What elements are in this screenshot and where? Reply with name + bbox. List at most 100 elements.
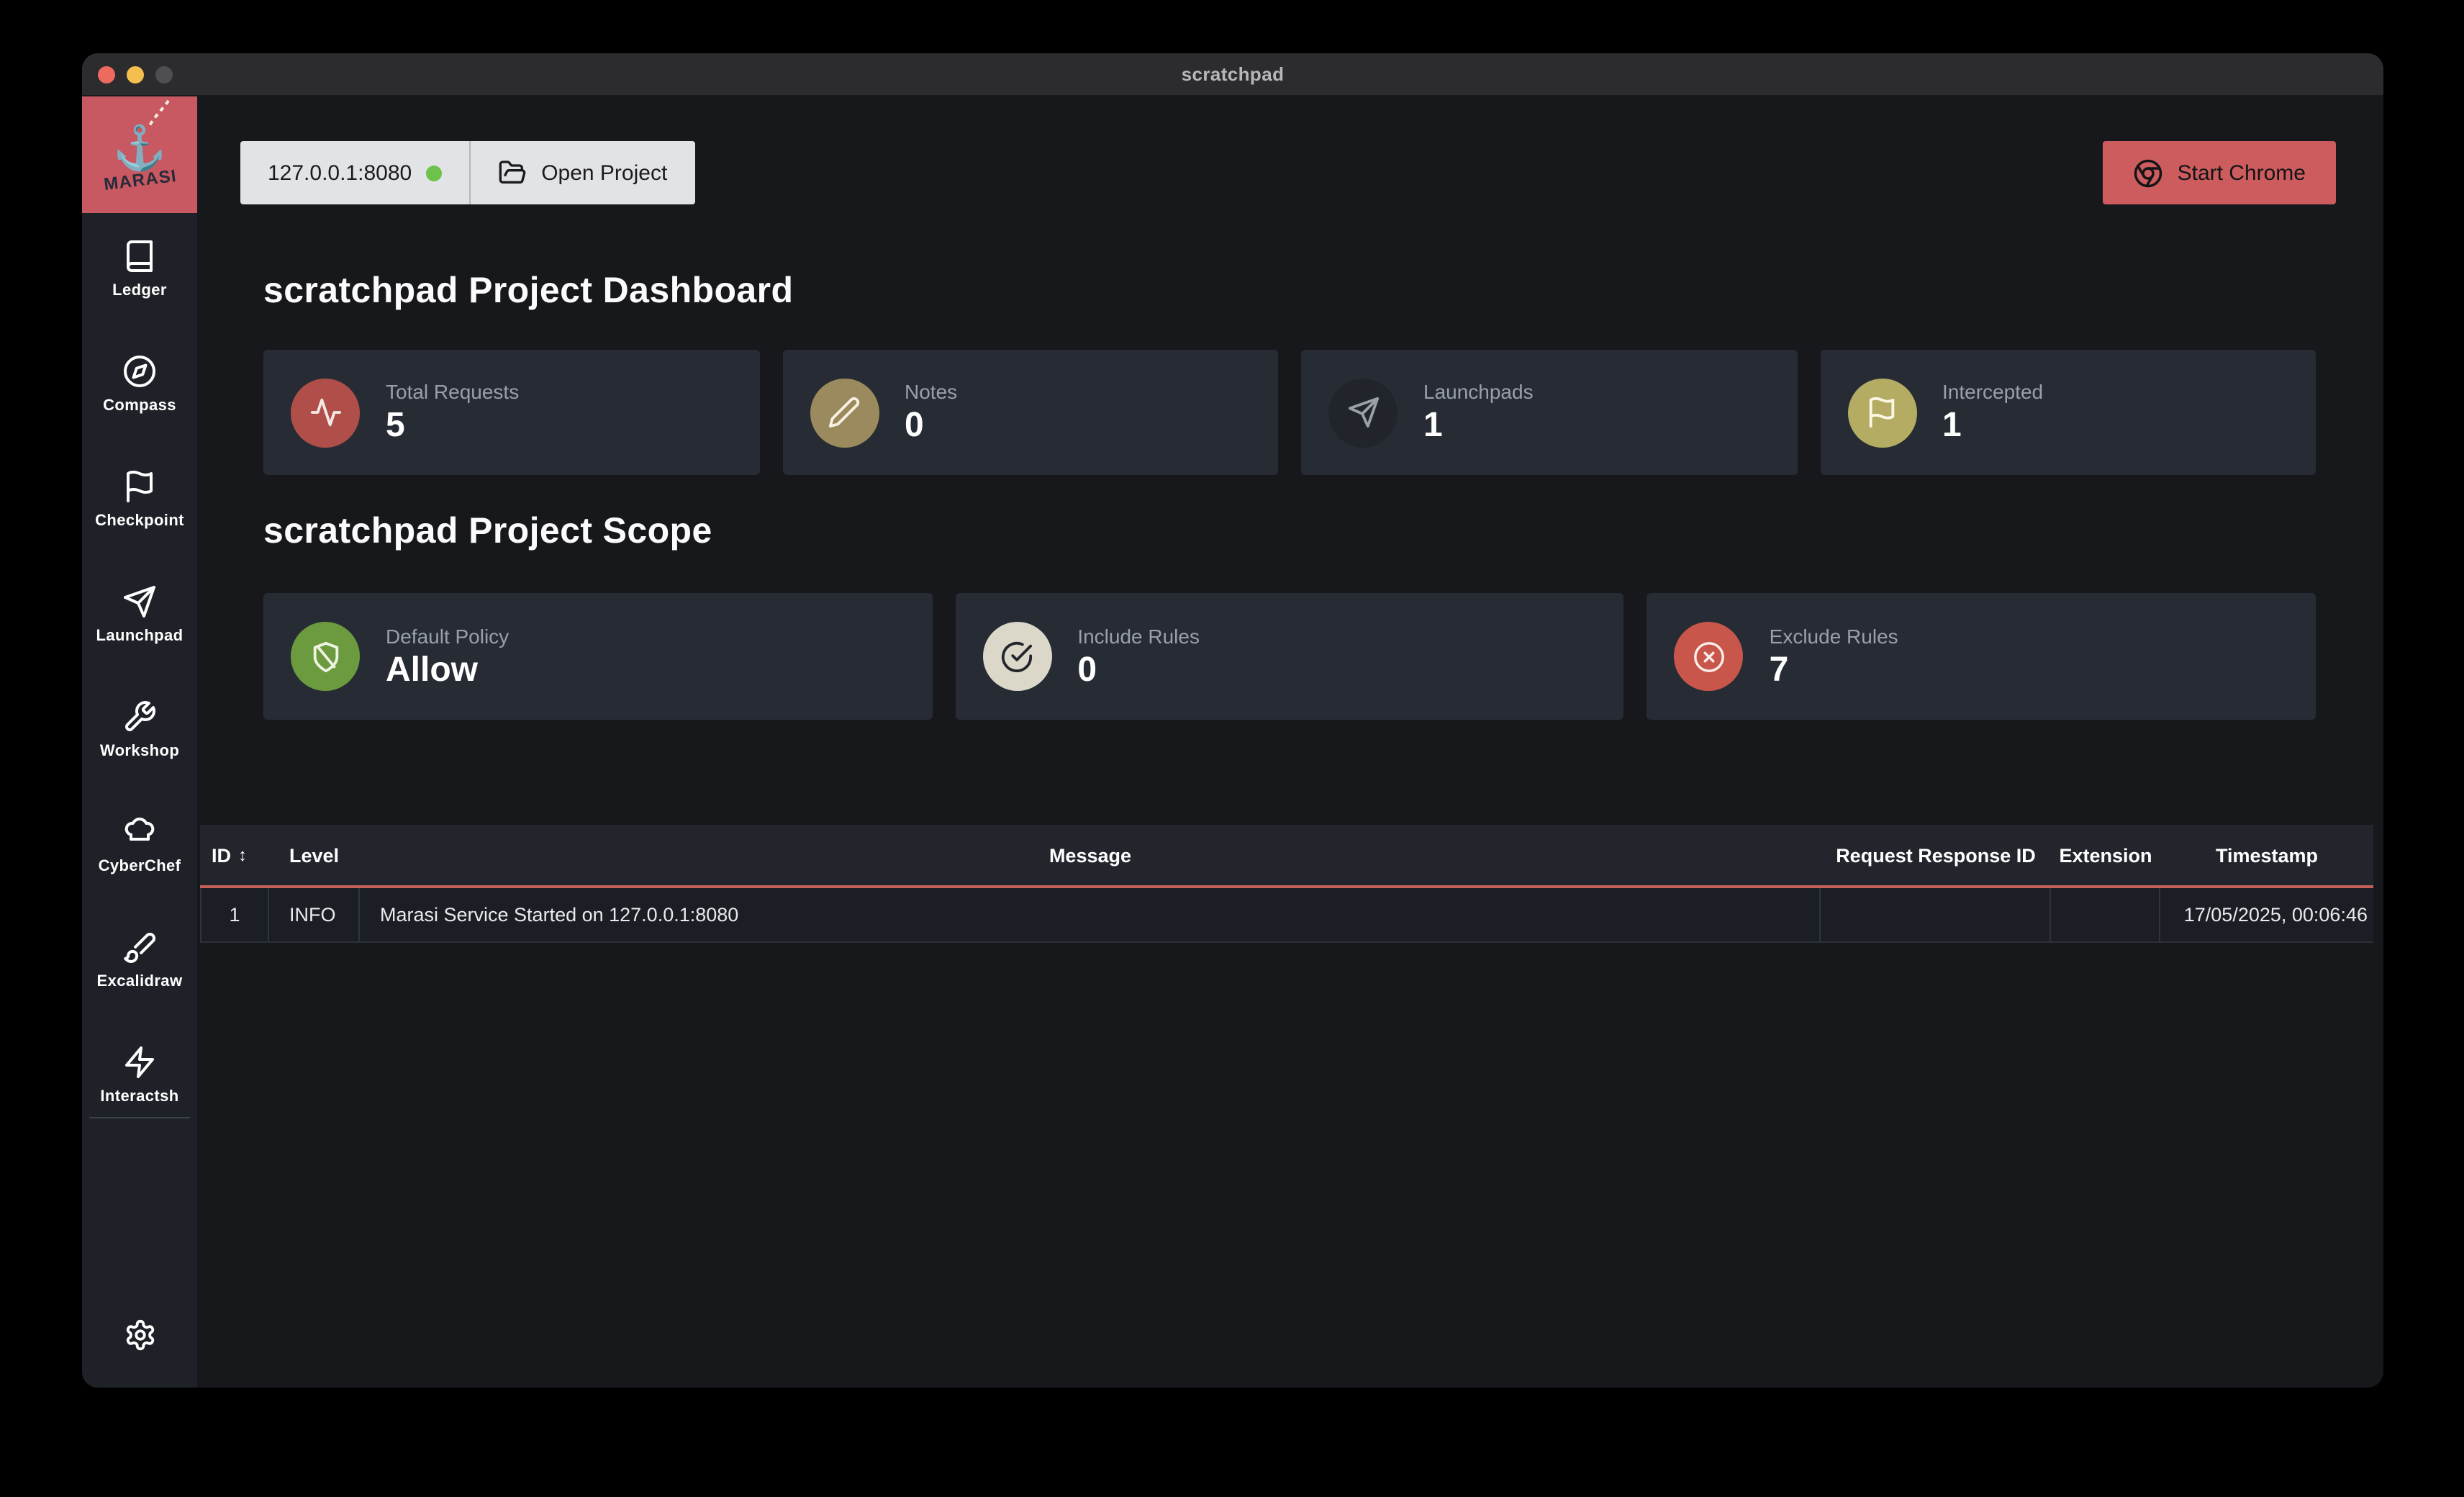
sidebar-item-label: Excalidraw [97, 973, 183, 990]
cell-request-response-id [1821, 888, 2051, 941]
scope-label: Include Rules [1077, 624, 1200, 647]
close-button[interactable] [98, 65, 115, 83]
cell-message: Marasi Service Started on 127.0.0.1:8080 [360, 888, 1821, 941]
sidebar-item-ledger[interactable]: Ledger [82, 239, 197, 354]
stat-value: 5 [386, 407, 519, 445]
dashboard-title: scratchpad Project Dashboard [263, 271, 2316, 312]
send-icon [122, 584, 157, 619]
screen: scratchpad ⚓ MARASI Ledger [0, 0, 2464, 1497]
sidebar-item-label: CyberChef [99, 858, 181, 875]
stat-label: Total Requests [386, 380, 519, 403]
sidebar-item-label: Workshop [100, 743, 179, 760]
book-icon [122, 239, 157, 273]
compass-icon [122, 354, 157, 389]
minimize-button[interactable] [127, 65, 144, 83]
cell-timestamp: 17/05/2025, 00:06:46 [2160, 888, 2373, 941]
paintbrush-icon [122, 930, 157, 964]
toolbar: 127.0.0.1:8080 Open Project [240, 141, 2336, 204]
scope-value: Allow [386, 651, 509, 689]
open-project-label: Open Project [541, 160, 667, 185]
stat-label: Launchpads [1423, 380, 1534, 403]
stat-icon-circle [291, 378, 360, 447]
wrench-icon [122, 700, 157, 734]
stat-icon-circle [1847, 378, 1916, 447]
sidebar-item-excalidraw[interactable]: Excalidraw [82, 930, 197, 1045]
column-header-request-response-id[interactable]: Request Response ID [1821, 825, 2051, 885]
sidebar-nav: Ledger Compass Checkpoint [82, 213, 197, 1160]
main-content: 127.0.0.1:8080 Open Project [197, 96, 2383, 1388]
column-header-id[interactable]: ID ↕ [200, 825, 269, 885]
column-header-label: Message [1049, 844, 1131, 866]
column-header-label: Timestamp [2216, 844, 2318, 866]
cell-level: INFO [269, 888, 360, 941]
scope-label: Exclude Rules [1770, 624, 1898, 647]
cell-extension [2051, 888, 2160, 941]
traffic-lights [98, 53, 173, 95]
chrome-icon [2133, 158, 2163, 188]
scope-icon-circle [1675, 622, 1744, 691]
scope-title: scratchpad Project Scope [263, 511, 2316, 553]
stat-value: 0 [905, 407, 957, 445]
scope-cards: Default Policy Allow Include Rules 0 [263, 593, 2316, 720]
sidebar-item-label: Checkpoint [95, 512, 184, 530]
stat-card-intercepted: Intercepted 1 [1820, 350, 2316, 475]
app-window: scratchpad ⚓ MARASI Ledger [82, 53, 2383, 1388]
zoom-button [155, 65, 173, 83]
marasi-logo: ⚓ MARASI [82, 96, 197, 213]
x-circle-icon [1693, 640, 1726, 673]
scope-icon-circle [982, 622, 1051, 691]
folder-open-icon [498, 158, 527, 187]
proxy-address[interactable]: 127.0.0.1:8080 [240, 141, 469, 204]
log-table-row[interactable]: 1 INFO Marasi Service Started on 127.0.0… [200, 888, 2373, 943]
scope-card-default-policy: Default Policy Allow [263, 593, 932, 720]
start-chrome-label: Start Chrome [2178, 160, 2306, 185]
sidebar-item-workshop[interactable]: Workshop [82, 700, 197, 815]
column-header-extension[interactable]: Extension [2051, 825, 2160, 885]
sidebar-item-label: Interactsh [100, 1088, 178, 1105]
column-header-label: Extension [2059, 844, 2152, 866]
flag-icon [122, 469, 157, 504]
stat-card-launchpads: Launchpads 1 [1301, 350, 1797, 475]
chef-hat-icon [122, 815, 157, 849]
dashboard-cards: Total Requests 5 Notes 0 [263, 350, 2316, 475]
sort-icon: ↕ [238, 845, 247, 865]
settings-button[interactable] [82, 1319, 197, 1352]
start-chrome-button[interactable]: Start Chrome [2103, 141, 2336, 204]
sidebar: ⚓ MARASI Ledger Compass [82, 96, 197, 1388]
proxy-address-control: 127.0.0.1:8080 Open Project [240, 141, 694, 204]
column-header-message[interactable]: Message [360, 825, 1821, 885]
scope-value: 7 [1770, 651, 1898, 689]
anchor-chain-icon [137, 99, 174, 131]
sidebar-item-cyberchef[interactable]: CyberChef [82, 815, 197, 930]
sidebar-item-interactsh[interactable]: Interactsh [82, 1045, 197, 1160]
open-project-button[interactable]: Open Project [471, 141, 694, 204]
cell-id: 1 [200, 888, 269, 941]
activity-icon [309, 396, 342, 429]
flag-icon [1865, 396, 1898, 429]
sidebar-divider [89, 1117, 190, 1118]
stat-value: 1 [1942, 407, 2043, 445]
stat-icon-circle [810, 378, 879, 447]
scope-card-exclude-rules: Exclude Rules 7 [1647, 593, 2316, 720]
column-header-level[interactable]: Level [269, 825, 360, 885]
scope-value: 0 [1077, 651, 1200, 689]
sidebar-item-checkpoint[interactable]: Checkpoint [82, 469, 197, 584]
stat-icon-circle [1328, 378, 1398, 447]
sidebar-item-label: Ledger [112, 282, 167, 299]
send-icon [1346, 396, 1380, 429]
titlebar: scratchpad [82, 53, 2383, 96]
shield-off-icon [309, 640, 342, 673]
sidebar-item-launchpad[interactable]: Launchpad [82, 584, 197, 700]
column-header-timestamp[interactable]: Timestamp [2160, 825, 2373, 885]
column-header-label: Request Response ID [1836, 844, 2036, 866]
sidebar-item-label: Compass [103, 397, 176, 415]
stat-card-notes: Notes 0 [782, 350, 1278, 475]
log-table: ID ↕ Level Message Request Response ID [200, 825, 2373, 943]
proxy-address-text: 127.0.0.1:8080 [268, 160, 412, 185]
pencil-icon [828, 396, 861, 429]
sidebar-item-label: Launchpad [96, 628, 184, 645]
sidebar-item-compass[interactable]: Compass [82, 354, 197, 469]
gear-icon [123, 1319, 156, 1352]
column-header-label: ID [212, 844, 231, 866]
scope-card-include-rules: Include Rules 0 [955, 593, 1623, 720]
